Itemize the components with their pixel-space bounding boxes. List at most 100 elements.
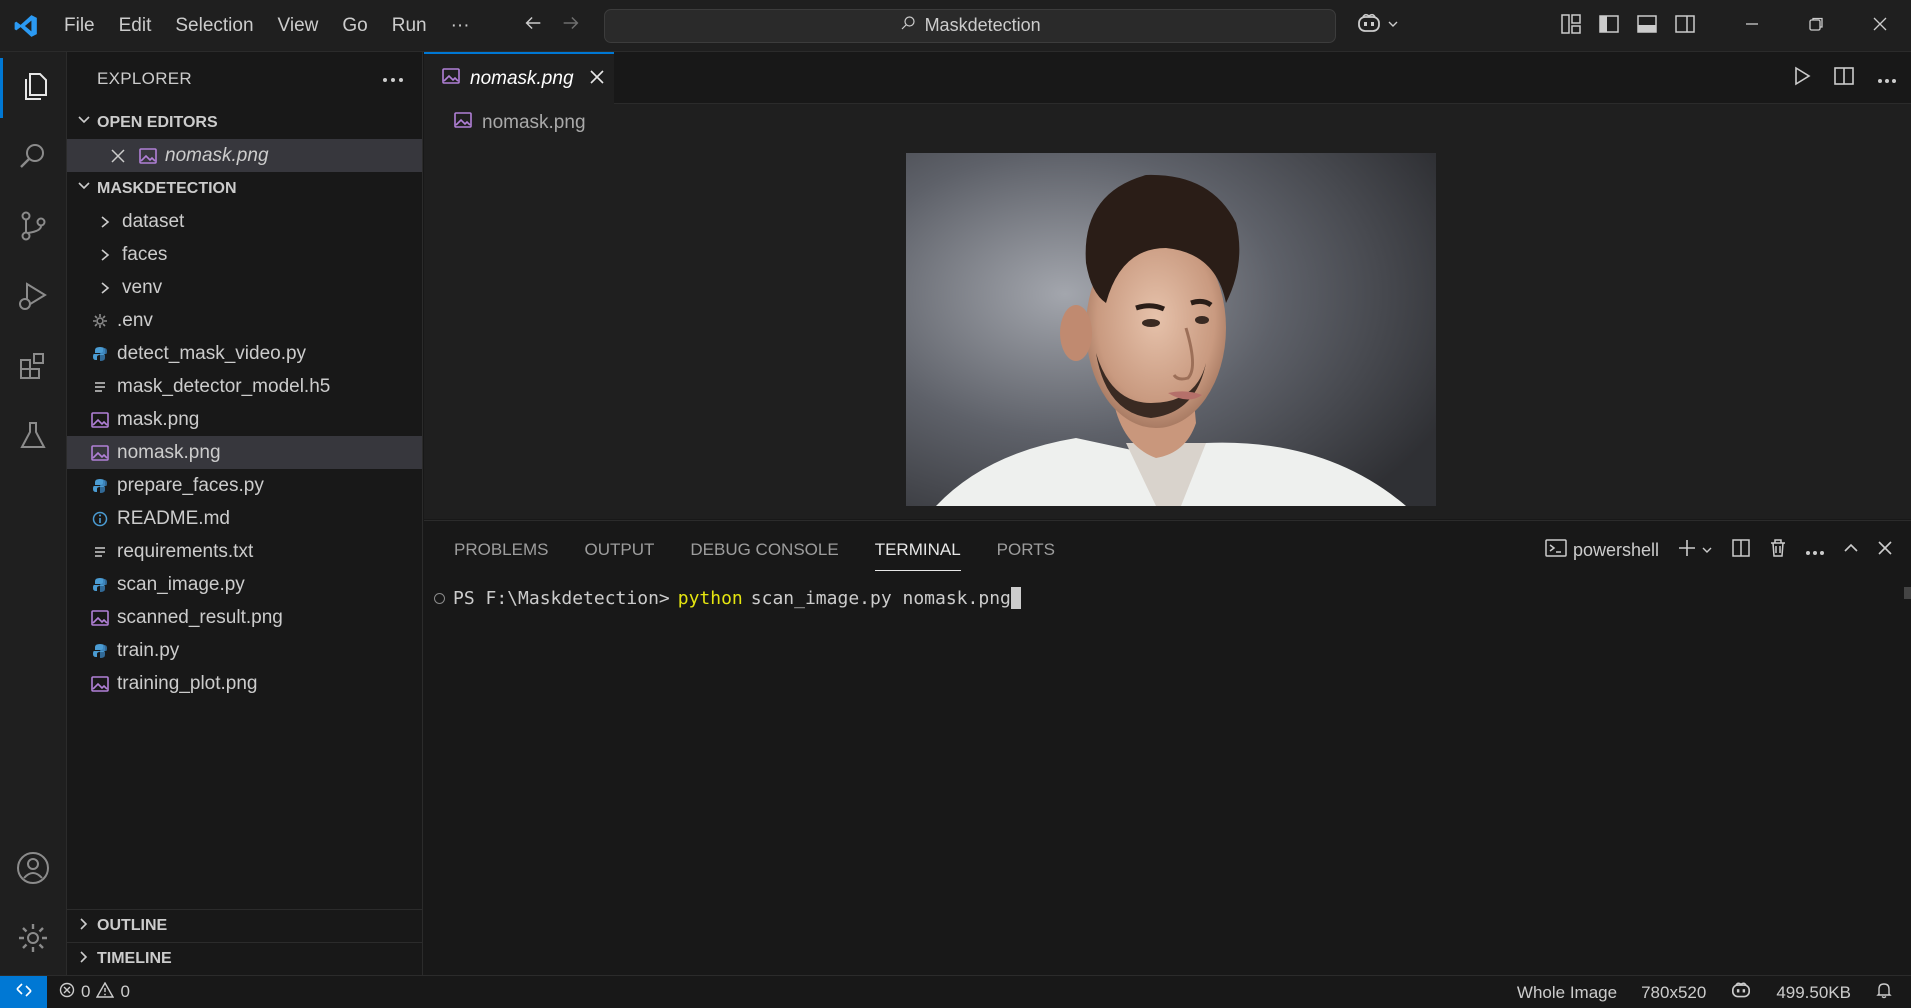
- copilot-button[interactable]: [1356, 12, 1400, 39]
- file-item[interactable]: scan_image.py: [67, 568, 422, 601]
- chevron-down-icon: [1386, 15, 1400, 36]
- python-icon: [89, 475, 111, 497]
- menu-go[interactable]: Go: [330, 0, 379, 52]
- flask-icon: [16, 419, 50, 458]
- menu-view[interactable]: View: [266, 0, 331, 52]
- explorer-button[interactable]: [0, 58, 66, 118]
- tab-output[interactable]: OUTPUT: [584, 540, 654, 560]
- close-tab-icon[interactable]: [589, 68, 604, 90]
- file-size-status[interactable]: 499.50KB: [1776, 983, 1851, 1003]
- close-panel-icon[interactable]: [1877, 540, 1893, 561]
- file-name: requirements.txt: [117, 540, 254, 562]
- more-actions-icon[interactable]: [1877, 68, 1897, 89]
- menu-more[interactable]: ···: [439, 0, 482, 52]
- command-decoration-icon: [434, 592, 445, 604]
- maximize-panel-icon[interactable]: [1843, 540, 1859, 561]
- command-center-text: Maskdetection: [924, 15, 1041, 35]
- chevron-down-icon: [77, 113, 91, 132]
- forward-arrow-icon[interactable]: [560, 12, 582, 39]
- file-name: scanned_result.png: [117, 606, 283, 628]
- breadcrumb-file: nomask.png: [482, 112, 586, 133]
- tab-label: nomask.png: [470, 68, 574, 89]
- chevron-right-icon: [94, 244, 116, 266]
- tab-debug-console[interactable]: DEBUG CONSOLE: [690, 540, 838, 560]
- text-lines-icon: [89, 376, 111, 398]
- image-dimensions-status[interactable]: 780x520: [1641, 983, 1706, 1003]
- file-item[interactable]: detect_mask_video.py: [67, 337, 422, 370]
- error-icon: [59, 982, 75, 1003]
- file-item[interactable]: README.md: [67, 502, 422, 535]
- folder-item[interactable]: venv: [67, 271, 422, 304]
- terminal-line[interactable]: PS F:\Maskdetection> python scan_image.p…: [434, 587, 1021, 609]
- file-item[interactable]: mask.png: [67, 403, 422, 436]
- image-scope-status[interactable]: Whole Image: [1517, 983, 1617, 1003]
- file-item[interactable]: .env: [67, 304, 422, 337]
- file-item-selected[interactable]: nomask.png: [67, 436, 422, 469]
- menu-edit[interactable]: Edit: [107, 0, 164, 52]
- command-center-search[interactable]: Maskdetection: [603, 8, 1336, 43]
- close-icon[interactable]: [107, 145, 129, 167]
- remote-button[interactable]: [0, 975, 47, 1008]
- file-item[interactable]: train.py: [67, 634, 422, 667]
- open-editors-section[interactable]: OPEN EDITORS: [67, 106, 422, 139]
- run-play-icon[interactable]: [1793, 66, 1811, 91]
- open-editor-item[interactable]: nomask.png: [67, 139, 422, 172]
- portrait-photo: [906, 153, 1436, 506]
- terminal-scrollbar[interactable]: [1904, 587, 1911, 599]
- terminal-shell-selector[interactable]: powershell: [1545, 538, 1659, 563]
- breadcrumb[interactable]: nomask.png: [424, 104, 1911, 142]
- editor-tab-active[interactable]: nomask.png: [424, 52, 614, 104]
- file-item[interactable]: prepare_faces.py: [67, 469, 422, 502]
- folder-name: dataset: [122, 210, 185, 232]
- menu-file[interactable]: File: [52, 0, 107, 52]
- problems-status[interactable]: 0 0: [47, 981, 130, 1003]
- timeline-section[interactable]: TIMELINE: [67, 942, 423, 975]
- toggle-panel-icon[interactable]: [1636, 13, 1658, 40]
- outline-label: OUTLINE: [97, 917, 168, 934]
- outline-section[interactable]: OUTLINE: [67, 909, 423, 942]
- folder-item[interactable]: dataset: [67, 205, 422, 238]
- menu-run[interactable]: Run: [380, 0, 439, 52]
- timeline-label: TIMELINE: [97, 950, 172, 967]
- more-actions-icon[interactable]: [1805, 540, 1825, 561]
- testing-button[interactable]: [0, 408, 66, 468]
- back-arrow-icon[interactable]: [522, 12, 544, 39]
- new-terminal-button[interactable]: [1677, 538, 1713, 563]
- account-icon: [15, 850, 51, 891]
- bell-icon[interactable]: [1875, 981, 1893, 1004]
- trash-icon[interactable]: [1769, 538, 1787, 563]
- manage-button[interactable]: [0, 910, 66, 970]
- restore-button[interactable]: [1784, 0, 1848, 52]
- more-actions-icon[interactable]: [382, 69, 404, 89]
- terminal-icon: [1545, 538, 1567, 563]
- folder-item[interactable]: faces: [67, 238, 422, 271]
- project-section[interactable]: MASKDETECTION: [67, 172, 422, 205]
- minimize-icon: [1744, 16, 1760, 37]
- copilot-status-icon[interactable]: [1730, 981, 1752, 1004]
- tab-ports[interactable]: PORTS: [997, 540, 1055, 560]
- tab-problems[interactable]: PROBLEMS: [454, 540, 548, 560]
- tab-terminal[interactable]: TERMINAL: [874, 540, 961, 571]
- close-window-button[interactable]: [1848, 0, 1911, 52]
- plus-icon: [1677, 538, 1697, 563]
- minimize-button[interactable]: [1720, 0, 1784, 52]
- file-item[interactable]: requirements.txt: [67, 535, 422, 568]
- search-view-button[interactable]: [0, 128, 66, 188]
- image-preview: [906, 153, 1436, 506]
- accounts-button[interactable]: [0, 840, 66, 900]
- run-debug-button[interactable]: [0, 268, 66, 328]
- split-editor-icon[interactable]: [1833, 66, 1855, 91]
- toggle-primary-sidebar-icon[interactable]: [1598, 13, 1620, 40]
- image-icon: [89, 673, 111, 695]
- toggle-secondary-sidebar-icon[interactable]: [1674, 13, 1696, 40]
- file-item[interactable]: training_plot.png: [67, 667, 422, 700]
- file-item[interactable]: scanned_result.png: [67, 601, 422, 634]
- customize-layout-icon[interactable]: [1560, 13, 1582, 40]
- image-icon: [137, 145, 159, 167]
- source-control-button[interactable]: [0, 198, 66, 258]
- file-item[interactable]: mask_detector_model.h5: [67, 370, 422, 403]
- split-terminal-icon[interactable]: [1731, 538, 1751, 563]
- extensions-button[interactable]: [0, 338, 66, 398]
- warning-icon: [96, 981, 115, 1003]
- menu-selection[interactable]: Selection: [163, 0, 265, 52]
